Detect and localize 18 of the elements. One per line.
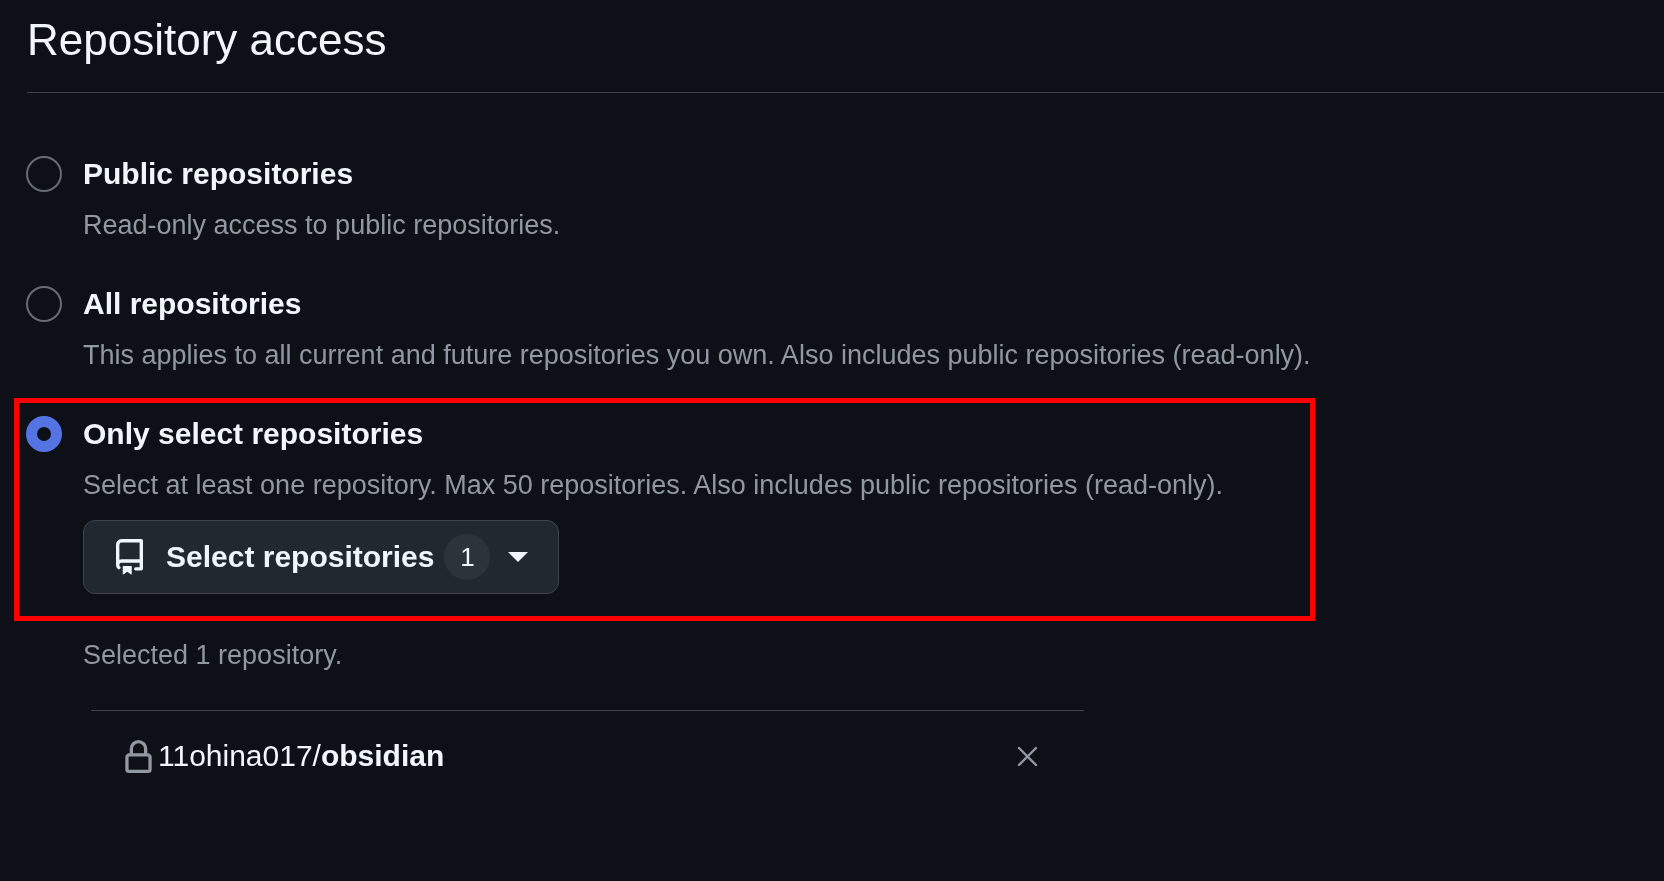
repository-name: 11ohina017/obsidian (158, 738, 445, 774)
close-icon (1017, 745, 1038, 767)
caret-icon (508, 552, 529, 562)
option-description: Read-only access to public repositories. (83, 209, 561, 242)
radio-button[interactable] (26, 416, 62, 452)
lock-icon (125, 739, 152, 773)
radio-button[interactable] (26, 156, 62, 192)
count-badge: 1 (444, 534, 491, 580)
option-description: This applies to all current and future repositories you own. Also includes public repositories (read-only). (83, 339, 1311, 372)
book-icon (116, 539, 143, 575)
section-title: Repository access (27, 14, 387, 66)
radio-button[interactable] (26, 286, 62, 322)
selection-summary: Selected 1 repository. (83, 639, 343, 672)
dropdown-button[interactable]: Select repositories 1 (83, 520, 560, 594)
option-label: All repositories (83, 286, 302, 322)
option-description: Select at least one repository. Max 50 repositories. Also includes public repositories (read-only). (83, 469, 1224, 502)
option-label: Only select repositories (83, 416, 424, 452)
option-label: Public repositories (83, 156, 354, 192)
